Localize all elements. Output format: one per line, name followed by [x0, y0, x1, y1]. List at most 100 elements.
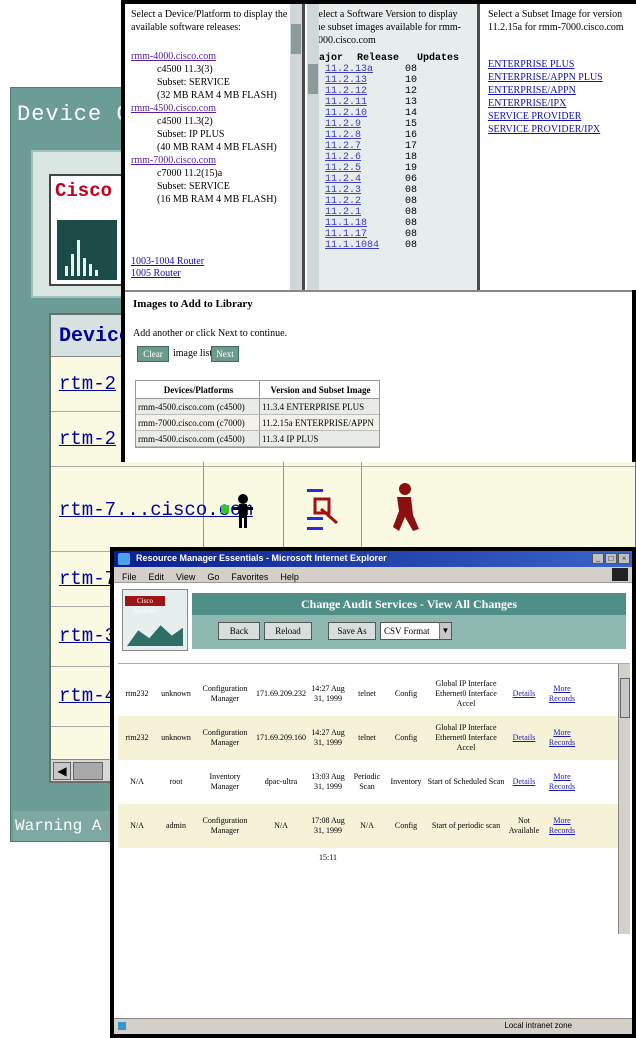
- version-updates: 08: [405, 207, 418, 218]
- subset-image-link[interactable]: SERVICE PROVIDER: [488, 110, 630, 123]
- more-records-link[interactable]: More Records: [542, 816, 582, 836]
- scroll-thumb[interactable]: [308, 64, 318, 94]
- image-list-label: image list: [173, 348, 213, 359]
- scroll-thumb[interactable]: [291, 24, 301, 54]
- version-updates: 08: [405, 196, 418, 207]
- version-link[interactable]: 11.2.2: [313, 196, 405, 207]
- details-link[interactable]: Details: [506, 689, 542, 699]
- device-cell: N/A: [130, 821, 144, 830]
- subset-image-link[interactable]: ENTERPRISE/APPN: [488, 84, 630, 97]
- vertical-scrollbar[interactable]: [618, 664, 630, 934]
- device-link[interactable]: rtm-2: [59, 373, 116, 395]
- scroll-thumb[interactable]: [73, 762, 103, 780]
- vertical-scrollbar[interactable]: [290, 4, 302, 290]
- version-row: 11.2.1 08: [313, 207, 471, 218]
- version-link[interactable]: 11.1.1084: [313, 240, 405, 251]
- version-updates: 08: [405, 64, 418, 75]
- scroll-thumb[interactable]: [620, 678, 630, 718]
- back-button[interactable]: Back: [218, 622, 260, 640]
- device-platform-link[interactable]: rmm-7000.cisco.com: [131, 154, 296, 167]
- version-link[interactable]: 11.2.13: [313, 75, 405, 86]
- version-link[interactable]: 11.2.11: [313, 97, 405, 108]
- page-banner: Cisco Systems Change Audit Services - Vi…: [118, 589, 630, 659]
- platform-link[interactable]: 1005 Router: [131, 268, 204, 280]
- platform-link[interactable]: 1003-1004 Router: [131, 256, 204, 268]
- format-select[interactable]: CSV Format ▼: [380, 622, 452, 640]
- version-link[interactable]: 11.2.3: [313, 185, 405, 196]
- more-records-link[interactable]: More Records: [542, 728, 582, 748]
- device-row: rtm-7...cisco.com: [51, 467, 635, 552]
- close-icon[interactable]: ×: [618, 553, 630, 564]
- version-link[interactable]: 11.2.9: [313, 119, 405, 130]
- menu-favorites[interactable]: Favorites: [231, 572, 268, 582]
- device-cell: rtm232: [125, 733, 149, 742]
- menu-edit[interactable]: Edit: [149, 572, 165, 582]
- time-cell: 15:11: [319, 853, 337, 862]
- menu-view[interactable]: View: [176, 572, 195, 582]
- device-link[interactable]: rtm-4: [59, 685, 116, 707]
- subset-image-link[interactable]: ENTERPRISE PLUS: [488, 58, 630, 71]
- maximize-icon[interactable]: □: [605, 553, 617, 564]
- application-cell: Configuration Manager: [202, 816, 248, 835]
- menu-file[interactable]: File: [122, 572, 137, 582]
- device-link[interactable]: rtm-3: [59, 625, 116, 647]
- page-icon: [118, 1022, 126, 1030]
- chevron-down-icon[interactable]: ▼: [439, 623, 451, 639]
- category-cell: Inventory: [390, 777, 422, 786]
- host-cell: 171.69.209.232: [256, 689, 306, 698]
- version-row: 11.2.6 18: [313, 152, 471, 163]
- scroll-left-arrow-icon[interactable]: ◀: [53, 762, 71, 780]
- reload-button[interactable]: Reload: [264, 622, 312, 640]
- version-updates: 12: [405, 86, 418, 97]
- change-table-area: rtm232 unknown Configuration Manager 171.69…: [118, 663, 630, 1018]
- pane-heading: Select a Software Version to display the…: [313, 8, 471, 47]
- window-title: Resource Manager Essentials - Microsoft …: [136, 553, 387, 563]
- version-updates: 18: [405, 152, 418, 163]
- version-row: 11.2.12 12: [313, 86, 471, 97]
- pane-heading: Select a Device/Platform to display the …: [131, 9, 288, 33]
- application-cell: Configuration Manager: [202, 684, 248, 703]
- window-title-bar[interactable]: Resource Manager Essentials - Microsoft …: [114, 551, 632, 567]
- device-platform-detail: (32 MB RAM 4 MB FLASH): [157, 90, 277, 101]
- version-row: 11.2.5 19: [313, 163, 471, 174]
- version-row: 11.2.8 16: [313, 130, 471, 141]
- version-link[interactable]: 11.2.5: [313, 163, 405, 174]
- device-platform-detail: (16 MB RAM 4 MB FLASH): [157, 194, 277, 205]
- version-link[interactable]: 11.2.7: [313, 141, 405, 152]
- device-platform-link[interactable]: rmm-4000.cisco.com: [131, 50, 296, 63]
- version-link[interactable]: 11.2.6: [313, 152, 405, 163]
- menu-go[interactable]: Go: [207, 572, 219, 582]
- version-row: 11.2.7 17: [313, 141, 471, 152]
- version-updates: 10: [405, 75, 418, 86]
- menu-help[interactable]: Help: [280, 572, 299, 582]
- version-link[interactable]: 11.2.13a: [313, 64, 405, 75]
- vertical-scrollbar[interactable]: [307, 4, 319, 290]
- details-link[interactable]: Details: [506, 777, 542, 787]
- config-change-icon: [307, 489, 338, 530]
- version-link[interactable]: 11.2.8: [313, 130, 405, 141]
- device-platform-detail: c7000 11.2(15)a: [157, 168, 223, 179]
- more-records-link[interactable]: More Records: [542, 772, 582, 792]
- library-device-cell: rmm-4500.cisco.com (c4500): [136, 399, 260, 414]
- details-link[interactable]: Details: [506, 733, 542, 743]
- library-row: rmm-7000.cisco.com (c7000) 11.2.15a ENTER…: [136, 415, 379, 431]
- clear-button[interactable]: Clear: [137, 346, 169, 362]
- version-link[interactable]: 11.2.12: [313, 86, 405, 97]
- description-cell: Global IP Interface Ethernet0 Interface …: [435, 723, 497, 752]
- version-link[interactable]: 11.2.10: [313, 108, 405, 119]
- version-link[interactable]: 11.1.18: [313, 218, 405, 229]
- next-button[interactable]: Next: [211, 346, 239, 362]
- version-link[interactable]: 11.1.17: [313, 229, 405, 240]
- more-records-link[interactable]: More Records: [542, 684, 582, 704]
- subset-image-link[interactable]: ENTERPRISE/IPX: [488, 97, 630, 110]
- version-link[interactable]: 11.2.1: [313, 207, 405, 218]
- subset-image-link[interactable]: ENTERPRISE/APPN PLUS: [488, 71, 630, 84]
- version-link[interactable]: 11.2.4: [313, 174, 405, 185]
- device-link[interactable]: rtm-7: [59, 568, 116, 590]
- software-image-window: Select a Device/Platform to display the …: [121, 0, 636, 462]
- device-platform-link[interactable]: rmm-4500.cisco.com: [131, 102, 296, 115]
- minimize-icon[interactable]: _: [592, 553, 604, 564]
- save-as-button[interactable]: Save As: [328, 622, 376, 640]
- device-link[interactable]: rtm-2: [59, 428, 116, 450]
- subset-image-link[interactable]: SERVICE PROVIDER/IPX: [488, 123, 630, 136]
